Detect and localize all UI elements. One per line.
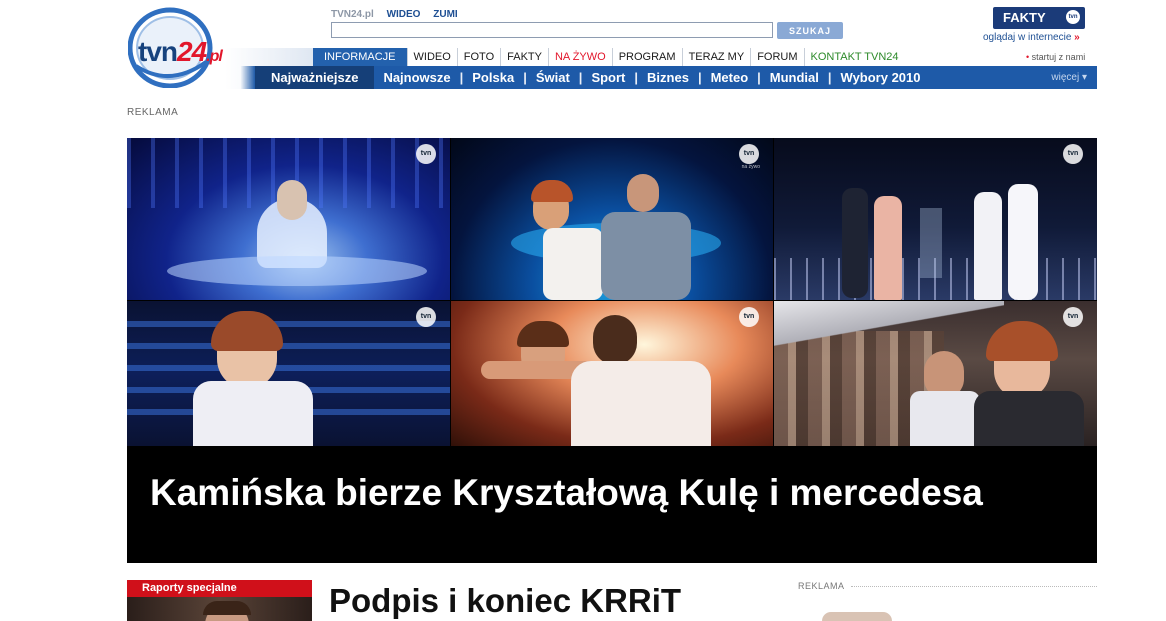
side-ad-label: REKLAMA [798, 581, 1097, 591]
section-swiat[interactable]: Świat [527, 70, 579, 85]
tvn-watermark-icon: tvn [739, 144, 759, 164]
hero-photo-1: tvn [127, 138, 450, 300]
tvn24-logo[interactable]: tvn24.pl [128, 4, 240, 88]
nav-item-teraz-my[interactable]: TERAZ MY [683, 48, 752, 66]
fakty-logo[interactable]: FAKTY tvn [993, 7, 1085, 29]
nav-separator: | [827, 70, 832, 85]
tvn-badge-icon: tvn [1066, 10, 1080, 24]
section-meteo[interactable]: Meteo [702, 70, 758, 85]
nav-item-fakty[interactable]: FAKTY [501, 48, 549, 66]
section-sport[interactable]: Sport [582, 70, 634, 85]
set-homepage-link[interactable]: • startuj z nami [1026, 52, 1085, 62]
nav-separator: | [459, 70, 464, 85]
hero-photo-3: tvn [774, 138, 1097, 300]
section-najnowsze[interactable]: Najnowsze [374, 70, 459, 85]
nav-item-foto[interactable]: FOTO [458, 48, 502, 66]
logo-text-main: tvn [138, 36, 178, 67]
nav-separator: | [634, 70, 639, 85]
logo-wordmark: tvn24.pl [138, 36, 223, 68]
tvn-watermark-icon: tvn [1063, 307, 1083, 327]
nav-separator: | [757, 70, 761, 85]
side-ad-image[interactable] [822, 612, 892, 621]
nav-item-forum[interactable]: FORUM [751, 48, 805, 66]
video-link[interactable]: WIDEO [387, 9, 421, 20]
watch-online-label: oglądaj w internecie [983, 32, 1072, 43]
nav-separator: | [697, 70, 702, 85]
hero-photo-6: tvn [774, 301, 1097, 446]
fakty-logo-text: FAKTY [1003, 10, 1046, 25]
bullet-icon: • [1026, 52, 1030, 62]
special-reports-header[interactable]: Raporty specjalne [127, 580, 312, 597]
tvn-watermark-icon: tvn [416, 144, 436, 164]
nav-item-informacje[interactable]: INFORMACJE [313, 48, 408, 66]
zumi-link[interactable]: ZUMI [433, 9, 457, 20]
dotted-divider [850, 585, 1097, 587]
top-links: TVN24.pl WIDEO ZUMI [331, 9, 468, 20]
nav-item-kontakt[interactable]: KONTAKT TVN24 [805, 48, 905, 66]
nav-item-program[interactable]: PROGRAM [613, 48, 683, 66]
tvn-watermark-icon: tvn [739, 307, 759, 327]
search-input[interactable] [331, 22, 773, 38]
hero-photo-5: tvn [451, 301, 773, 446]
section-nav: Najważniejsze Najnowsze | Polska | Świat… [255, 66, 1097, 89]
section-biznes[interactable]: Biznes [638, 70, 698, 85]
logo-text-suffix: .pl [206, 48, 223, 65]
special-reports-portrait-hair [203, 601, 251, 615]
ad-label: REKLAMA [127, 107, 179, 118]
tvn-watermark-icon: tvn [1063, 144, 1083, 164]
nav-item-wideo[interactable]: WIDEO [408, 48, 458, 66]
nav-separator: | [523, 70, 527, 85]
set-homepage-label: startuj z nami [1031, 52, 1086, 62]
section-polska[interactable]: Polska [463, 70, 523, 85]
nav-separator: | [578, 70, 583, 85]
logo-text-accent: 24 [177, 36, 207, 67]
search-button[interactable]: SZUKAJ [777, 22, 843, 39]
double-arrow-icon: » [1074, 32, 1080, 43]
nav-item-na-zywo[interactable]: NA ŻYWO [549, 48, 613, 66]
primary-nav: INFORMACJE WIDEO FOTO FAKTY NA ŻYWO PROG… [313, 48, 905, 66]
site-link[interactable]: TVN24.pl [331, 9, 374, 20]
hero-photo-4: tvn [127, 301, 450, 446]
tvn-watermark-icon: tvn [416, 307, 436, 327]
section-mundial[interactable]: Mundial [761, 70, 828, 85]
hero-photo-2: tvn na żywo [451, 138, 773, 300]
main-headline[interactable]: Podpis i koniec KRRiT [329, 582, 681, 620]
section-najwazniejsze[interactable]: Najważniejsze [255, 66, 375, 89]
side-ad-text: REKLAMA [798, 581, 845, 591]
tvn-watermark-sub: na żywo [741, 164, 760, 170]
section-nav-lead [240, 66, 255, 89]
special-reports-box[interactable]: Raporty specjalne [127, 580, 312, 621]
hero-headline[interactable]: Kamińska bierze Kryształową Kulę i merce… [150, 472, 1090, 514]
watch-online-link[interactable]: oglądaj w internecie » [983, 32, 1080, 43]
section-wybory[interactable]: Wybory 2010 [832, 70, 930, 85]
more-sections-dropdown[interactable]: więcej ▾ [1051, 72, 1097, 83]
